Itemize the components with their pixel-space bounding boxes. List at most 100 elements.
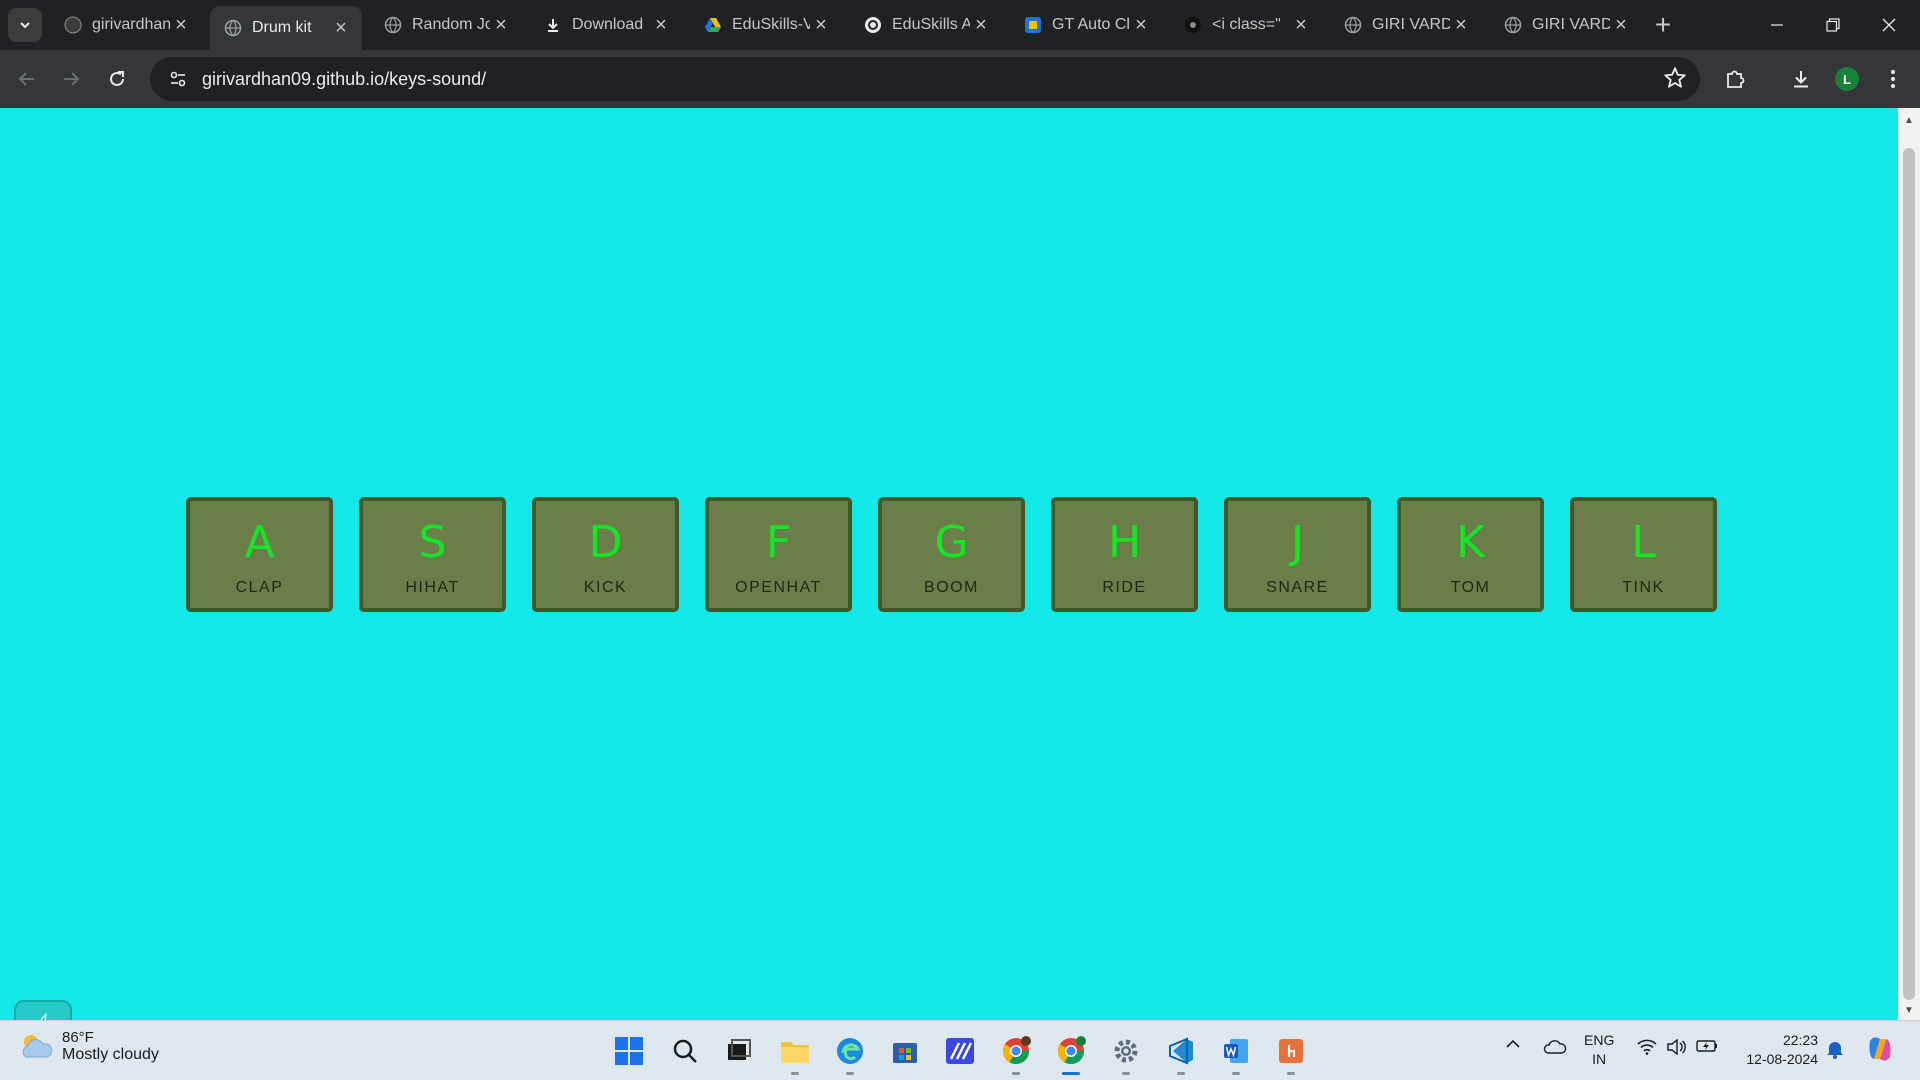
key-sound-label: KICK [583,579,628,596]
drum-key-a[interactable]: A CLAP [186,497,333,612]
bookmark-star-icon[interactable] [1662,65,1688,96]
minimize-button[interactable] [1749,0,1805,50]
url-text[interactable]: girivardhan09.github.io/keys-sound/ [202,69,486,90]
taskbar-search-button[interactable] [667,1033,703,1069]
tab-eduskills-v[interactable]: EduSkills-V × [690,6,842,44]
notifications-button[interactable] [1825,1039,1845,1059]
scroll-down-arrow-icon[interactable]: ▼ [1903,1004,1915,1016]
drum-key-s[interactable]: S HIHAT [359,497,506,612]
close-icon[interactable]: × [170,14,192,36]
close-icon[interactable]: × [490,14,512,36]
taskbar-power-automate[interactable] [942,1033,978,1069]
tab-giri-vard-1[interactable]: GIRI VARD × [1330,6,1482,44]
taskbar-chrome-profile-2[interactable] [1053,1033,1089,1075]
tab-download[interactable]: Download × [530,6,682,44]
close-icon[interactable]: × [970,14,992,36]
running-indicator [1232,1072,1240,1075]
copilot-button[interactable] [1863,1033,1897,1065]
tab-random-jokes[interactable]: Random Jo × [370,6,522,44]
taskbar-file-explorer[interactable] [777,1033,813,1075]
extensions-button[interactable] [1718,62,1752,96]
key-sound-label: TOM [1450,579,1491,596]
drum-key-l[interactable]: L TINK [1570,497,1717,612]
weather-condition: Mostly cloudy [62,1046,159,1063]
scroll-thumb[interactable] [1903,148,1915,1000]
back-button[interactable] [10,62,44,96]
address-bar[interactable]: girivardhan09.github.io/keys-sound/ [150,57,1700,101]
tab-i-class[interactable]: <i class=" × [1170,6,1322,44]
openai-icon [864,16,882,34]
key-letter: H [1107,517,1142,568]
taskbar-app-orange[interactable] [1273,1033,1309,1075]
taskbar-word[interactable] [1218,1033,1254,1075]
forward-button[interactable] [54,62,88,96]
show-hidden-icons-button[interactable] [1503,1039,1523,1049]
key-letter: D [588,517,623,568]
globe-icon [1344,16,1362,34]
kebab-menu-icon [1891,70,1895,88]
tab-gt-auto[interactable]: GT Auto Cl × [1010,6,1162,44]
wifi-tray-icon[interactable] [1636,1039,1658,1055]
drum-key-j[interactable]: J SNARE [1224,497,1371,612]
tab-search-button[interactable] [8,8,42,42]
taskbar-chrome-profile-1[interactable] [998,1033,1034,1075]
window-close-button[interactable] [1861,0,1917,50]
reload-button[interactable] [100,62,134,96]
back-arrow-icon [18,72,34,86]
start-button[interactable] [611,1033,647,1069]
globe-icon [224,19,242,37]
scroll-up-arrow-icon[interactable]: ▲ [1903,114,1915,126]
taskbar-settings[interactable] [1108,1033,1144,1075]
key-letter: K [1456,517,1485,568]
clock-time: 22:23 [1782,1032,1818,1048]
site-settings-icon[interactable] [158,70,198,88]
drum-key-k[interactable]: K TOM [1397,497,1544,612]
drum-key-f[interactable]: F OPENHAT [705,497,852,612]
close-icon[interactable]: × [330,17,352,39]
browser-menu-button[interactable] [1876,62,1910,96]
active-indicator [1062,1072,1080,1075]
drum-key-g[interactable]: G BOOM [878,497,1025,612]
battery-tray-icon[interactable] [1695,1039,1719,1053]
tab-title: Download [572,16,644,33]
close-icon[interactable]: × [810,14,832,36]
key-sound-label: BOOM [924,579,979,596]
close-icon[interactable]: × [1610,14,1632,36]
close-icon[interactable]: × [650,14,672,36]
copilot-icon [1869,1037,1891,1061]
running-indicator [1287,1072,1295,1075]
key-letter: G [934,517,969,568]
profile-avatar[interactable]: L [1835,67,1859,91]
restore-button[interactable] [1805,0,1861,50]
speaker-icon [1667,1039,1686,1055]
puzzle-icon [1727,70,1745,88]
volume-tray-icon[interactable] [1665,1039,1687,1055]
weather-widget[interactable]: 86°F Mostly cloudy [18,1029,159,1064]
forward-arrow-icon [64,72,80,86]
taskbar-vscode[interactable] [1163,1033,1199,1075]
taskbar-microsoft-store[interactable] [887,1033,923,1069]
page-scrollbar[interactable]: ▲ ▼ [1898,108,1920,1020]
system-clock[interactable]: 22:23 12-08-2024 [1736,1031,1818,1069]
close-icon[interactable]: × [1290,14,1312,36]
close-icon[interactable]: × [1130,14,1152,36]
tab-girivardhan[interactable]: girivardhan × [50,6,202,44]
drum-kit-page: A CLAP S HIHAT D KICK F OPENHAT G BOOM H… [0,108,1898,1058]
drum-key-d[interactable]: D KICK [532,497,679,612]
tab-drum-kit[interactable]: Drum kit × [210,6,362,50]
taskbar-edge[interactable] [832,1033,868,1075]
vscode-icon [1169,1037,1193,1065]
tab-eduskills-a[interactable]: EduSkills A × [850,6,1002,44]
task-view-button[interactable] [721,1033,757,1069]
key-letter: J [1291,517,1304,568]
downloads-button[interactable] [1784,62,1818,96]
search-icon [673,1039,697,1063]
language-indicator[interactable]: ENG IN [1584,1031,1614,1069]
tab-giri-vard-2[interactable]: GIRI VARD × [1490,6,1642,44]
close-icon[interactable]: × [1450,14,1472,36]
onedrive-tray-icon[interactable] [1541,1039,1569,1055]
task-view-icon [728,1039,751,1060]
edge-icon [837,1038,863,1064]
new-tab-button[interactable]: + [1648,9,1678,40]
drum-key-h[interactable]: H RIDE [1051,497,1198,612]
